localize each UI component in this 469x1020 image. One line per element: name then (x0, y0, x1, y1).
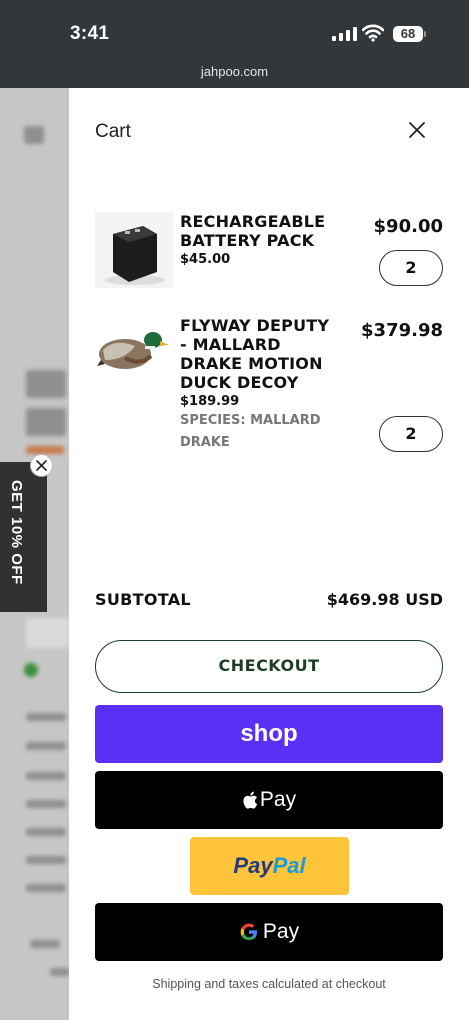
item-name[interactable]: FLYWAY DEPUTY - MALLARD DRAKE MOTION DUC… (180, 316, 340, 392)
quantity-selector[interactable]: 2 (379, 416, 443, 452)
cart-drawer: Cart RECHARGEABLE BATTERY PACK $45.00 $9… (69, 88, 469, 1020)
promo-close-button[interactable] (30, 454, 53, 477)
apple-pay-button[interactable]: Pay (95, 771, 443, 829)
close-icon (36, 460, 47, 471)
duck-decoy-image[interactable] (95, 316, 173, 392)
item-unit-price: $45.00 (180, 252, 231, 267)
google-g-icon (240, 923, 257, 940)
paypal-label-part1: Pay (233, 853, 273, 878)
quantity-selector[interactable]: 2 (379, 250, 443, 286)
apple-pay-label: Pay (259, 788, 297, 811)
apple-icon (243, 791, 258, 809)
url-bar[interactable]: jahpoo.com (0, 60, 469, 88)
item-total: $379.98 (361, 320, 443, 341)
battery-tip (424, 31, 426, 37)
cart-item: FLYWAY DEPUTY - MALLARD DRAKE MOTION DUC… (95, 316, 443, 466)
promo-tab[interactable]: GET 10% OFF (0, 462, 47, 612)
paypal-label-part2: Pal (272, 853, 306, 878)
item-total: $90.00 (373, 216, 443, 237)
shop-pay-button[interactable]: shop (95, 705, 443, 763)
checkout-button[interactable]: CHECKOUT (95, 640, 443, 693)
shipping-note: Shipping and taxes calculated at checkou… (152, 977, 386, 991)
signal-icon (332, 27, 357, 41)
shop-pay-label: shop (240, 720, 298, 747)
subtotal-label: SUBTOTAL (95, 590, 191, 609)
cart-title: Cart (95, 121, 131, 142)
promo-label: GET 10% OFF (8, 480, 25, 585)
cart-item: RECHARGEABLE BATTERY PACK $45.00 $90.00 … (95, 212, 443, 302)
wifi-icon (362, 24, 384, 42)
battery-icon: 68 (393, 26, 423, 42)
item-unit-price: $189.99 (180, 394, 240, 409)
paypal-button[interactable]: Pay Pal (190, 837, 349, 895)
item-name[interactable]: RECHARGEABLE BATTERY PACK (180, 212, 340, 250)
subtotal-value: $469.98 USD (326, 590, 443, 609)
close-cart-button[interactable] (405, 118, 429, 142)
clock: 3:41 (70, 23, 110, 44)
item-variant: SPECIES: MALLARD DRAKE (180, 413, 321, 450)
google-pay-button[interactable]: Pay (95, 903, 443, 961)
battery-pack-image[interactable] (95, 212, 173, 288)
google-pay-label: Pay (262, 920, 300, 943)
status-bar: 3:41 68 (0, 0, 469, 60)
